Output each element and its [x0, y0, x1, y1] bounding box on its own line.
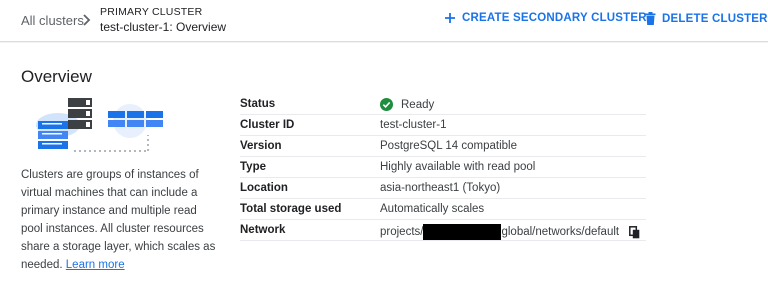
check-circle-icon — [380, 98, 393, 111]
redacted-project-id — [423, 224, 502, 240]
detail-row-status: Status Ready — [240, 94, 646, 115]
learn-more-link[interactable]: Learn more — [66, 259, 125, 271]
detail-row-type: Type Highly available with read pool — [240, 157, 646, 178]
type-label: Type — [240, 161, 266, 173]
overview-card: Overview Clusters are groups of instance… — [0, 43, 768, 287]
overview-title: Overview — [21, 67, 92, 86]
plus-icon — [445, 13, 455, 23]
cluster-illustration — [36, 98, 163, 152]
version-value: PostgreSQL 14 compatible — [380, 140, 518, 152]
delete-cluster-button[interactable]: DELETE CLUSTER — [645, 12, 768, 25]
cluster-id-label: Cluster ID — [240, 119, 295, 131]
detail-row-version: Version PostgreSQL 14 compatible — [240, 136, 646, 157]
version-label: Version — [240, 140, 282, 152]
storage-value: Automatically scales — [380, 203, 485, 215]
overview-description-text: Clusters are groups of instances of virt… — [21, 169, 216, 271]
top-bar: All clusters PRIMARY CLUSTER test-cluste… — [0, 0, 768, 42]
copy-icon[interactable] — [629, 225, 640, 239]
network-label: Network — [240, 224, 286, 236]
breadcrumb-all-clusters[interactable]: All clusters — [21, 13, 84, 28]
chevron-right-icon — [83, 14, 91, 26]
page-title: test-cluster-1: Overview — [100, 20, 227, 34]
create-secondary-cluster-label: CREATE SECONDARY CLUSTER — [462, 12, 647, 24]
detail-row-location: Location asia-northeast1 (Tokyo) — [240, 178, 646, 199]
network-suffix: global/networks/default — [501, 226, 620, 238]
network-value: projects/ global/networks/default — [380, 224, 640, 240]
status-text: Ready — [401, 98, 435, 111]
status-value: Ready — [380, 98, 434, 111]
delete-cluster-label: DELETE CLUSTER — [662, 12, 768, 25]
detail-row-storage: Total storage used Automatically scales — [240, 199, 646, 220]
detail-row-network: Network projects/ global/networks/defaul… — [240, 220, 646, 241]
location-label: Location — [240, 182, 288, 194]
location-value: asia-northeast1 (Tokyo) — [380, 182, 501, 194]
type-value: Highly available with read pool — [380, 161, 536, 173]
cluster-details-table: Status Ready Cluster ID test-cluster-1 V… — [240, 94, 646, 241]
overview-description: Clusters are groups of instances of virt… — [21, 166, 216, 274]
network-prefix: projects/ — [380, 226, 424, 238]
breadcrumb-current: PRIMARY CLUSTER test-cluster-1: Overview — [100, 6, 226, 35]
status-label: Status — [240, 98, 276, 110]
cluster-id-value: test-cluster-1 — [380, 119, 447, 131]
trash-icon — [645, 12, 656, 25]
storage-label: Total storage used — [240, 203, 342, 215]
breadcrumb-kicker: PRIMARY CLUSTER — [100, 6, 203, 18]
detail-row-cluster-id: Cluster ID test-cluster-1 — [240, 115, 646, 136]
create-secondary-cluster-button[interactable]: CREATE SECONDARY CLUSTER — [444, 12, 647, 24]
